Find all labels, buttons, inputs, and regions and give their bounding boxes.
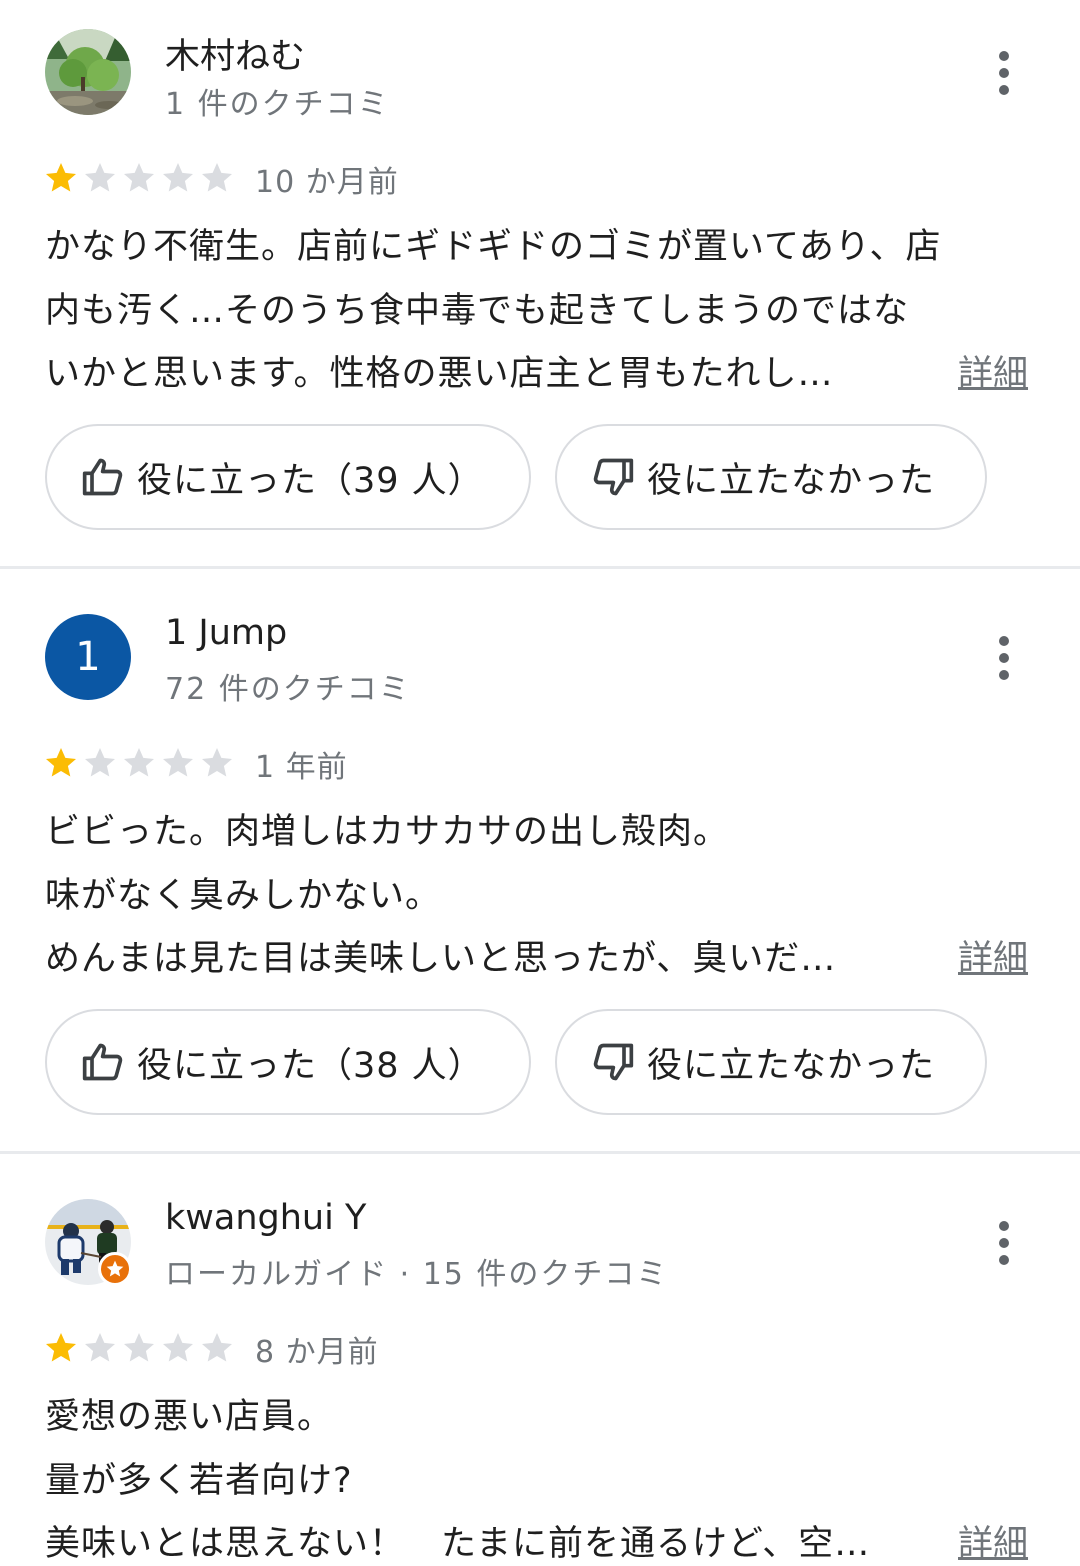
star-rating [43, 1330, 235, 1366]
more-options-button[interactable] [984, 48, 1024, 98]
reviewer-review-count: 1 件のクチコミ [165, 87, 390, 122]
reviewer-avatar[interactable] [45, 29, 131, 115]
helpful-label: 役に立った（38 人） [137, 1045, 484, 1086]
read-more-link[interactable]: 詳細 [958, 1515, 1028, 1566]
avatar-letter: 1 [75, 634, 101, 680]
helpful-label: 役に立った（39 人） [137, 460, 484, 501]
reviewer-name[interactable]: kwanghui Y [165, 1198, 366, 1238]
local-guide-badge [98, 1252, 132, 1286]
reviewer-name[interactable]: 木村ねむ [165, 28, 305, 79]
star-empty-icon [202, 163, 232, 192]
thumb-up-icon [82, 458, 123, 496]
star-empty-icon [85, 1333, 115, 1362]
review-text-line: いかと思います。性格の悪い店主と胃もたれし… [45, 354, 834, 394]
review-text-line: ビビった。肉増しはカサカサの出し殻肉。 [45, 812, 730, 852]
more-options-button[interactable] [984, 633, 1024, 683]
reviewer-review-count: 72 件のクチコミ [165, 672, 411, 707]
read-more-link[interactable]: 詳細 [958, 930, 1028, 981]
more-vert-icon [999, 1221, 1009, 1265]
review-text-line: 味がなく臭みしかない。 [45, 876, 442, 916]
star-empty-icon [202, 1333, 232, 1362]
star-empty-icon [163, 1333, 193, 1362]
star-empty-icon [124, 1333, 154, 1362]
star-empty-icon [202, 748, 232, 777]
more-options-button[interactable] [984, 1218, 1024, 1268]
more-vert-icon [999, 51, 1009, 95]
not-helpful-label: 役に立たなかった [647, 460, 936, 501]
review-time: 1 年前 [255, 750, 348, 785]
thumb-down-icon [593, 1043, 634, 1081]
read-more-link[interactable]: 詳細 [958, 345, 1028, 396]
review-text-line: めんまは見た目は美味しいと思ったが、臭いだ… [45, 939, 837, 979]
forest-photo-avatar [45, 29, 131, 115]
star-empty-icon [124, 163, 154, 192]
local-guide-star-icon [106, 1260, 124, 1277]
not-helpful-button[interactable]: 役に立たなかった [555, 424, 987, 530]
review-text-line: 愛想の悪い店員。 [45, 1397, 334, 1437]
star-rating [43, 160, 235, 196]
review-text-line: 量が多く若者向け? [45, 1461, 353, 1501]
not-helpful-label: 役に立たなかった [647, 1045, 936, 1086]
star-filled-icon [46, 748, 76, 777]
reviewer-avatar[interactable]: 1 [45, 614, 131, 700]
helpful-button[interactable]: 役に立った（39 人） [45, 424, 531, 530]
review-text-line: 内も汚く…そのうち食中毒でも起きてしまうのではな [45, 291, 910, 331]
star-empty-icon [124, 748, 154, 777]
review-card: 1 1 Jump 72 件のクチコミ 1 年前 ビビった。肉増しはカサカサの出し… [0, 569, 1080, 1151]
star-rating [43, 745, 235, 781]
star-empty-icon [85, 748, 115, 777]
review-text-line: かなり不衛生。店前にギドギドのゴミが置いてあり、店 [45, 227, 942, 267]
more-vert-icon [999, 636, 1009, 680]
star-empty-icon [85, 163, 115, 192]
thumb-down-icon [593, 458, 634, 496]
not-helpful-button[interactable]: 役に立たなかった [555, 1009, 987, 1115]
star-empty-icon [163, 163, 193, 192]
star-filled-icon [46, 1333, 76, 1362]
review-text-line: 美味いとは思えない！ たまに前を通るけど、空… [45, 1524, 871, 1564]
review-card: kwanghui Y ローカルガイド · 15 件のクチコミ 8 か月前 愛想の… [0, 1154, 1080, 1566]
review-time: 10 か月前 [255, 165, 399, 200]
helpful-button[interactable]: 役に立った（38 人） [45, 1009, 531, 1115]
reviewer-name[interactable]: 1 Jump [165, 613, 287, 653]
star-empty-icon [163, 748, 193, 777]
reviewer-review-count: ローカルガイド · 15 件のクチコミ [165, 1257, 669, 1292]
star-filled-icon [46, 163, 76, 192]
review-time: 8 か月前 [255, 1335, 379, 1370]
thumb-up-icon [82, 1043, 123, 1081]
review-card: 木村ねむ 1 件のクチコミ 10 か月前 かなり不衛生。店前にギドギドのゴミが置… [0, 0, 1080, 566]
